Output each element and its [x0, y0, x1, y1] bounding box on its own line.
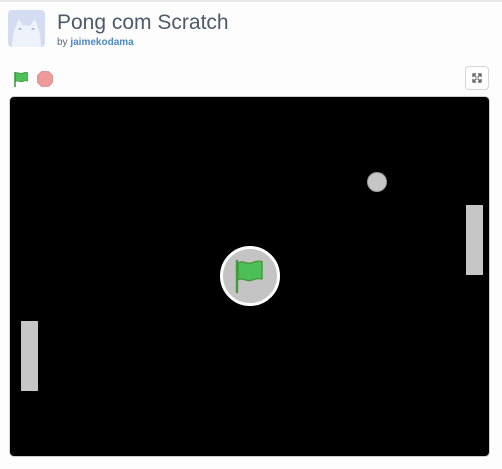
- green-flag-start-overlay[interactable]: [220, 246, 280, 306]
- stop-button[interactable]: [36, 70, 54, 88]
- fullscreen-icon: [466, 73, 488, 93]
- right-paddle: [466, 205, 483, 275]
- byline-prefix: by: [57, 37, 68, 48]
- green-flag-button[interactable]: [12, 70, 30, 88]
- stage[interactable]: [9, 96, 490, 457]
- project-header: Pong com Scratch by jaimekodama: [0, 2, 502, 58]
- stop-sign-icon: [36, 71, 54, 92]
- fullscreen-button[interactable]: [465, 66, 489, 90]
- project-title: Pong com Scratch: [57, 11, 229, 34]
- green-flag-icon: [12, 71, 30, 92]
- project-byline: by jaimekodama: [57, 37, 134, 49]
- player-controls: [0, 66, 502, 92]
- project-thumbnail[interactable]: [8, 10, 45, 47]
- author-link[interactable]: jaimekodama: [70, 37, 133, 48]
- ball: [367, 172, 387, 192]
- left-paddle: [21, 321, 38, 391]
